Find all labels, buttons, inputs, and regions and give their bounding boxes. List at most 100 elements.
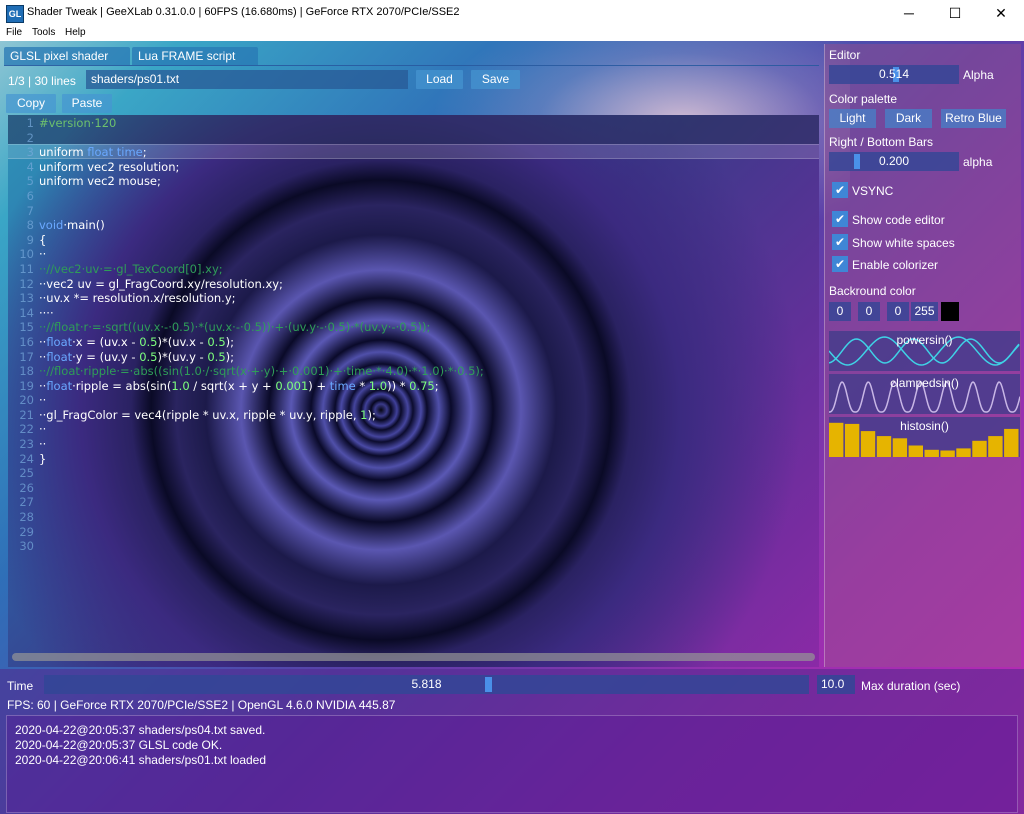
minimize-button[interactable]: ─	[886, 0, 932, 26]
bg-color-blue[interactable]: 0	[887, 302, 909, 321]
code-line[interactable]: 23 ··	[8, 437, 819, 452]
code-line[interactable]: 13 ··uv.x *= resolution.x/resolution.y;	[8, 291, 819, 306]
bars-label: Right / Bottom Bars	[829, 135, 934, 149]
code-lines[interactable]: 1 #version·120 2 3 uniform float time; 4 unifo…	[8, 116, 819, 554]
app-icon: GL	[6, 5, 24, 23]
code-line[interactable]: 8 void·main()	[8, 218, 819, 233]
editor-alpha-slider[interactable]: 0.514	[829, 65, 959, 84]
code-line[interactable]: 20 ··	[8, 393, 819, 408]
copy-button[interactable]: Copy	[6, 94, 56, 113]
window-title: Shader Tweak | GeeXLab 0.31.0.0 | 60FPS …	[27, 6, 460, 18]
code-line[interactable]: 10 ··	[8, 247, 819, 262]
code-line[interactable]: 2	[8, 131, 819, 146]
tab-lua-frame-script[interactable]: Lua FRAME script	[132, 47, 258, 65]
bg-color-alpha[interactable]: 255	[911, 302, 938, 321]
code-line[interactable]: 21 ··gl_FragColor = vec4(ripple * uv.x, r…	[8, 408, 819, 423]
code-editor[interactable]: 1 #version·120 2 3 uniform float time; 4 unifo…	[8, 115, 819, 667]
vsync-label: VSYNC	[852, 184, 894, 198]
palette-dark-button[interactable]: Dark	[885, 109, 932, 128]
code-line[interactable]: 15 ··//float·r·=·sqrt((uv.x·-·0.5)·*(uv.x…	[8, 320, 819, 335]
code-line[interactable]: 24}	[8, 452, 819, 467]
histosin-bar	[988, 436, 1003, 457]
bg-color-swatch[interactable]	[941, 302, 959, 321]
code-line[interactable]: 28	[8, 510, 819, 525]
main-area: GLSL pixel shader Lua FRAME script 1/3 |…	[0, 41, 1024, 814]
line-number: 10	[19, 247, 34, 262]
load-button[interactable]: Load	[416, 70, 463, 89]
code-line[interactable]: 19 ··float·ripple = abs(sin(1.0 / sqrt(x …	[8, 379, 819, 394]
line-number: 20	[19, 393, 34, 408]
bg-color-green[interactable]: 0	[858, 302, 880, 321]
code-line[interactable]: 18 ··//float·ripple·=·abs((sin(1.0·/·sqrt…	[8, 364, 819, 379]
menu-tools[interactable]: Tools	[32, 27, 55, 38]
code-line[interactable]: 6	[8, 189, 819, 204]
enable-colorizer-label: Enable colorizer	[852, 258, 939, 272]
max-duration-input[interactable]: 10.0	[817, 675, 855, 694]
horizontal-scrollbar[interactable]	[12, 653, 815, 661]
code-line[interactable]: 17 ··float·y = (uv.y - 0.5)*(uv.y - 0.5);	[8, 350, 819, 365]
palette-retro-blue-button[interactable]: Retro Blue	[941, 109, 1006, 128]
maximize-button[interactable]: ☐	[932, 0, 978, 26]
line-number: 29	[19, 524, 34, 539]
line-number: 5	[26, 174, 34, 189]
code-line[interactable]: 30	[8, 539, 819, 554]
powersin-label: powersin()	[896, 333, 953, 347]
line-number: 16	[19, 334, 34, 349]
line-number: 11	[19, 261, 34, 276]
bars-alpha-slider[interactable]: 0.200	[829, 152, 959, 171]
vsync-checkbox[interactable]: ✔	[832, 182, 848, 198]
time-value: 5.818	[411, 677, 442, 691]
code-line[interactable]: 29	[8, 525, 819, 540]
code-editor-panel: GLSL pixel shader Lua FRAME script 1/3 |…	[4, 45, 819, 667]
line-text: ··uv.x *= resolution.x/resolution.y;	[39, 291, 236, 306]
code-line[interactable]: 12 ··vec2 uv = gl_FragCoord.xy/resolution…	[8, 277, 819, 292]
title-bar: GL Shader Tweak | GeeXLab 0.31.0.0 | 60F…	[0, 0, 1024, 27]
line-number: 2	[26, 130, 34, 145]
line-number: 24	[19, 451, 34, 466]
save-button[interactable]: Save	[471, 70, 520, 89]
line-text: ··//vec2·uv·=·gl_TexCoord[0].xy;	[39, 261, 223, 276]
menu-file[interactable]: File	[6, 27, 22, 38]
show-white-spaces-checkbox[interactable]: ✔	[832, 234, 848, 250]
menu-help[interactable]: Help	[65, 27, 86, 38]
paste-button[interactable]: Paste	[62, 94, 112, 113]
histosin-bar	[1004, 428, 1019, 457]
palette-light-button[interactable]: Light	[829, 109, 876, 128]
code-line[interactable]: 27	[8, 495, 819, 510]
code-line[interactable]: 3 uniform float time;	[8, 145, 819, 160]
code-line[interactable]: 5 uniform vec2 mouse;	[8, 174, 819, 189]
line-number: 14	[19, 305, 34, 320]
code-line[interactable]: 26	[8, 481, 819, 496]
code-line[interactable]: 14 ····	[8, 306, 819, 321]
clampedsin-label: clampedsin()	[890, 376, 959, 390]
tab-divider	[4, 65, 819, 66]
histosin-bar	[924, 449, 939, 457]
line-text: ··	[39, 393, 47, 408]
histosin-bar	[876, 436, 892, 457]
tab-glsl-pixel-shader[interactable]: GLSL pixel shader	[4, 47, 130, 65]
show-code-editor-checkbox[interactable]: ✔	[832, 211, 848, 227]
line-number: 23	[19, 437, 34, 452]
bg-color-red[interactable]: 0	[829, 302, 851, 321]
line-text: uniform vec2 resolution;	[39, 159, 180, 174]
code-line[interactable]: 25	[8, 466, 819, 481]
close-button[interactable]: ✕	[978, 0, 1024, 26]
line-text: ··//float·ripple·=·abs((sin(1.0·/·sqrt(x…	[39, 364, 484, 379]
enable-colorizer-checkbox[interactable]: ✔	[832, 256, 848, 272]
line-text: }	[39, 451, 47, 466]
code-line[interactable]: 16 ··float·x = (uv.x - 0.5)*(uv.x - 0.5);	[8, 335, 819, 350]
time-slider[interactable]: 5.818	[44, 675, 809, 694]
lines-info: 1/3 | 30 lines	[8, 74, 76, 88]
shader-path-input[interactable]	[86, 70, 408, 89]
line-text: ····	[39, 305, 54, 320]
line-text: uniform float time;	[39, 145, 147, 160]
code-line[interactable]: 4 uniform vec2 resolution;	[8, 160, 819, 175]
histosin-bar	[972, 440, 987, 457]
line-text: ··gl_FragColor = vec4(ripple * uv.x, rip…	[39, 407, 376, 422]
code-line[interactable]: 7	[8, 204, 819, 219]
code-line[interactable]: 1 #version·120	[8, 116, 819, 131]
code-line[interactable]: 22 ··	[8, 422, 819, 437]
line-number: 7	[26, 203, 34, 218]
code-line[interactable]: 9{	[8, 233, 819, 248]
code-line[interactable]: 11 ··//vec2·uv·=·gl_TexCoord[0].xy;	[8, 262, 819, 277]
